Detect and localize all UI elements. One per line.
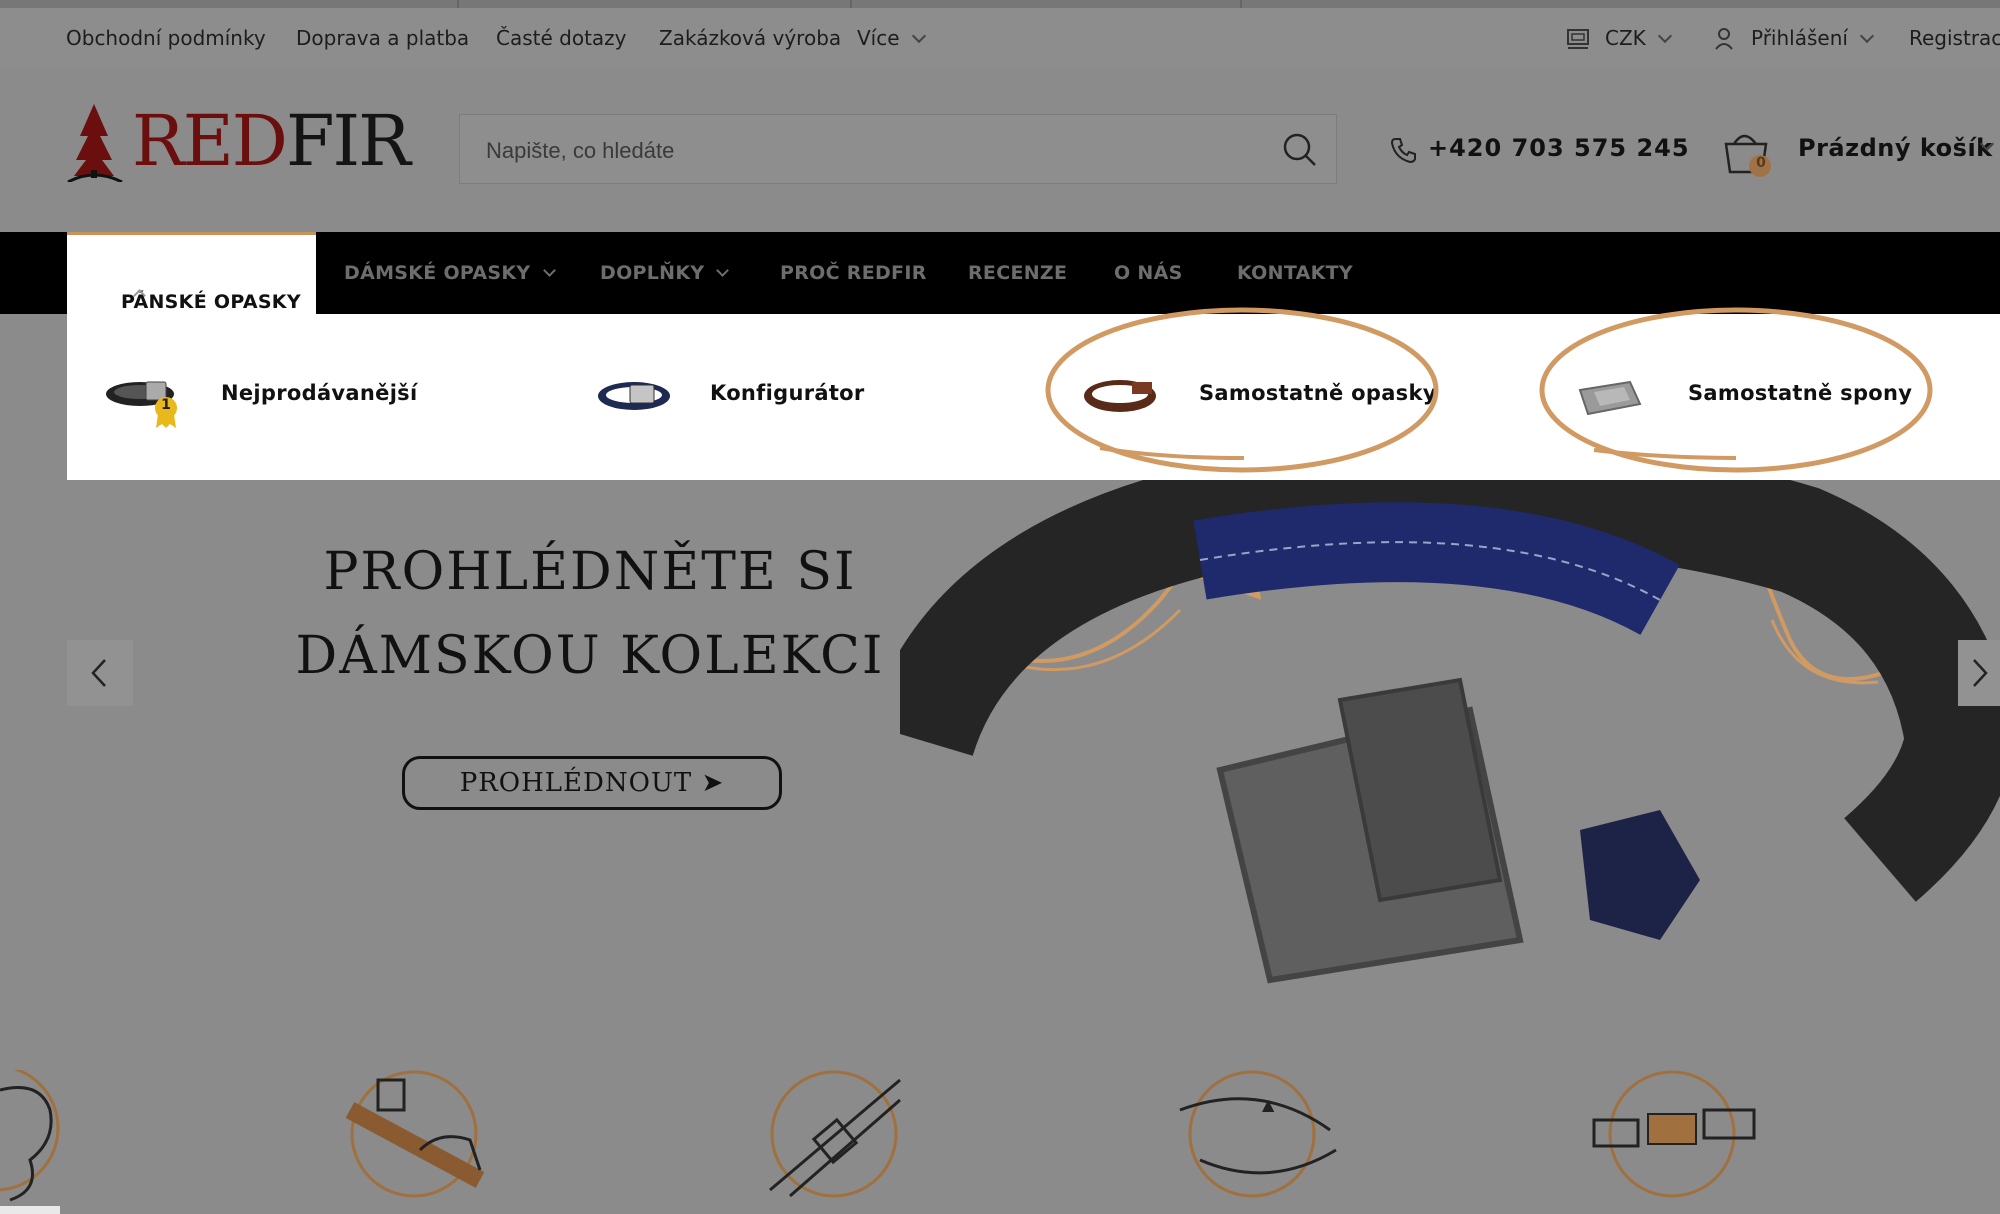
buckle-mechanism-icon: [769, 1070, 901, 1198]
annotation-stroke: [1593, 448, 1737, 460]
hero-title-line1: PROHLÉDNĚTE SI: [323, 542, 857, 602]
phone-number[interactable]: +420 703 575 245: [1428, 134, 1690, 162]
buckle-variants-icon: [1592, 1070, 1756, 1198]
cart-icon[interactable]: [1722, 124, 1774, 180]
link-custom-production[interactable]: Zakázková výroba: [659, 26, 841, 50]
search-box: [459, 114, 1337, 184]
currency-label: CZK: [1605, 26, 1646, 50]
nav-item-contacts[interactable]: KONTAKTY: [1237, 262, 1353, 284]
chevron-right-icon: [1973, 659, 1988, 687]
user-icon: [1715, 28, 1733, 50]
nav-item-accessories[interactable]: DOPLŇKY: [600, 262, 730, 284]
login-label: Přihlášení: [1751, 26, 1848, 50]
currency-icon: [1567, 29, 1589, 49]
link-more-label: Více: [857, 26, 900, 50]
hero-belt-image: [900, 480, 2000, 984]
nav-item-why-redfir[interactable]: PROČ REDFIR: [780, 262, 927, 284]
chevron-down-icon: [1657, 28, 1672, 44]
bottom-corner-strip: [0, 1206, 60, 1214]
link-terms[interactable]: Obchodní podmínky: [66, 26, 266, 50]
currency-select[interactable]: CZK: [1605, 26, 1672, 50]
carousel-prev-button[interactable]: [67, 640, 133, 706]
hero-title: PROHLÉDNĚTE SI DÁMSKOU KOLEKCI: [250, 530, 930, 698]
belt-cutting-icon: [345, 1070, 485, 1198]
annotation-stroke: [1099, 446, 1245, 460]
svg-text:▲: ▲: [1262, 1095, 1275, 1114]
phone-icon: [1390, 138, 1416, 164]
chevron-down-icon: [1859, 28, 1875, 44]
nav-item-label: DOPLŇKY: [600, 262, 705, 284]
register-link[interactable]: Registrace: [1909, 26, 2000, 50]
chevron-down-icon: [542, 264, 556, 277]
search-icon[interactable]: [1282, 132, 1318, 168]
link-shipping[interactable]: Doprava a platba: [296, 26, 469, 50]
top-strip-divider: [1240, 0, 1242, 8]
hero-browse-button[interactable]: PROHLÉDNOUT ➤: [402, 756, 782, 810]
nav-item-about[interactable]: O NÁS: [1114, 262, 1183, 284]
top-strip: [0, 0, 2000, 8]
nav-item-reviews[interactable]: RECENZE: [968, 262, 1067, 284]
tree-logo-icon[interactable]: [66, 102, 126, 182]
top-strip-divider: [850, 0, 852, 8]
logo-red-text: RED: [132, 100, 288, 182]
carousel-next-button[interactable]: [1958, 640, 2000, 706]
leather-hide-icon: [0, 1070, 60, 1202]
chevron-down-icon: [911, 28, 926, 44]
chevron-down-icon[interactable]: [1979, 136, 1995, 157]
logo[interactable]: REDFIR: [132, 100, 411, 182]
search-input[interactable]: [484, 133, 1248, 169]
hero-title-line2: DÁMSKOU KOLEKCI: [295, 626, 885, 686]
nav-item-womens-belts[interactable]: DÁMSKÉ OPASKY: [344, 262, 556, 284]
logo-black-text: FIR: [285, 100, 411, 182]
chevron-down-icon: [716, 264, 730, 277]
feature-icons-row: ▲: [0, 1070, 1756, 1202]
login-link[interactable]: Přihlášení: [1751, 26, 1875, 50]
nav-item-label: DÁMSKÉ OPASKY: [344, 262, 531, 284]
link-faq[interactable]: Časté dotazy: [496, 26, 627, 50]
link-more[interactable]: Více: [857, 26, 926, 50]
annotation-circle: [1539, 307, 1933, 473]
chevron-left-icon: [91, 659, 106, 687]
belt-sizing-icon: ▲: [1179, 1070, 1337, 1198]
cart-count-badge: 0: [1756, 155, 1766, 171]
cart-label[interactable]: Prázdný košík: [1798, 134, 1993, 162]
top-strip-divider: [457, 0, 459, 8]
annotation-circle: [1045, 307, 1439, 473]
